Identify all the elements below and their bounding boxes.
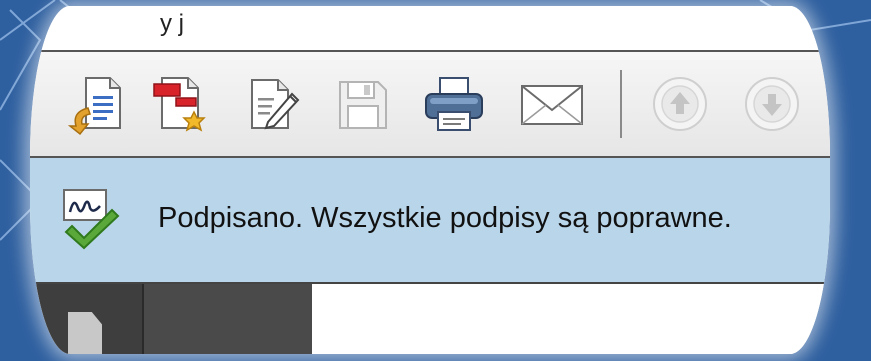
edit-document-button[interactable] — [240, 72, 304, 136]
create-document-button[interactable] — [148, 72, 212, 136]
signature-status-bar: Podpisano. Wszystkie podpisy są poprawne… — [30, 158, 830, 284]
open-document-button[interactable] — [66, 72, 130, 136]
printer-icon — [425, 77, 483, 131]
page-icon[interactable] — [68, 312, 102, 354]
document-pencil-icon — [251, 79, 300, 130]
navigation-panel-secondary — [142, 284, 312, 354]
email-button[interactable] — [520, 72, 584, 136]
save-button[interactable] — [330, 72, 394, 136]
previous-page-button[interactable] — [648, 72, 712, 136]
next-page-button[interactable] — [740, 72, 804, 136]
zoomed-window: y j Podpisano. Wszystkie podpisy są popr… — [30, 6, 830, 354]
navigation-panel — [30, 284, 142, 354]
toolbar-separator — [620, 70, 622, 138]
arrow-up-icon — [653, 77, 707, 131]
document-open-arrow-icon — [67, 77, 121, 136]
arrow-down-icon — [745, 77, 799, 131]
menu-bar-text: y j — [160, 10, 184, 37]
floppy-disk-icon — [339, 81, 387, 129]
signature-status-message: Podpisano. Wszystkie podpisy są poprawne… — [158, 202, 732, 234]
menu-bar: y j — [30, 6, 830, 52]
print-button[interactable] — [422, 72, 486, 136]
envelope-icon — [521, 85, 583, 125]
document-red-star-icon — [153, 77, 206, 132]
signature-valid-check-icon — [58, 186, 122, 250]
toolbar — [30, 52, 830, 158]
document-area — [30, 284, 830, 354]
